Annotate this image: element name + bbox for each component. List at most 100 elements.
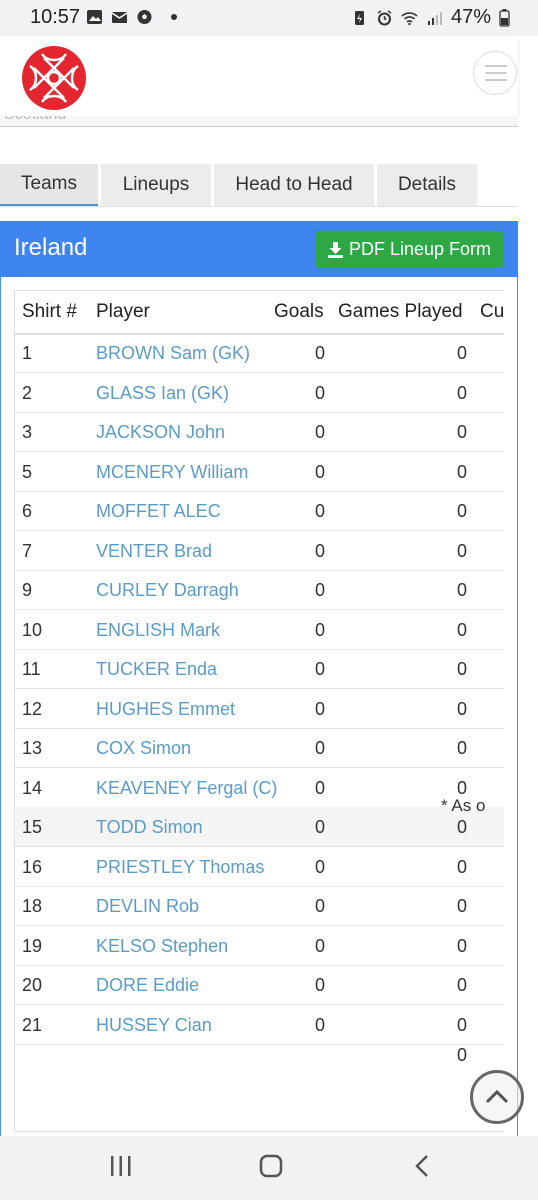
- goals-value: 0: [314, 738, 325, 758]
- shirt-number: 1: [22, 343, 33, 363]
- table-row: 2 GLASS Ian (GK) 0 0: [15, 373, 504, 413]
- player-link[interactable]: PRIESTLEY Thomas: [96, 857, 264, 878]
- table-row: 12 HUGHES Emmet 0 0: [15, 689, 504, 729]
- col-games-played[interactable]: Games Played: [338, 301, 463, 323]
- scroll-to-top-button[interactable]: [470, 1070, 524, 1124]
- shirt-number: 18: [22, 896, 43, 916]
- table-row: 20 DORE Eddie 0 0: [15, 965, 504, 1005]
- player-link[interactable]: TUCKER Enda: [96, 659, 217, 680]
- goals-value: 0: [314, 343, 325, 363]
- col-player[interactable]: Player: [96, 301, 150, 323]
- shirt-number: 13: [22, 738, 43, 758]
- goals-value: 0: [314, 698, 325, 719]
- player-link[interactable]: GLASS Ian (GK): [96, 383, 229, 404]
- col-cu[interactable]: Cu: [480, 301, 504, 323]
- shirt-number: 5: [22, 461, 33, 482]
- shirt-number: 7: [22, 540, 33, 561]
- clock: 10:57: [30, 6, 81, 28]
- player-link[interactable]: CURLEY Darragh: [96, 580, 239, 601]
- games-played-value: 0: [456, 1014, 467, 1035]
- games-played-value: 0: [456, 659, 467, 679]
- games-played-value: 0: [456, 422, 467, 442]
- tab-lineups[interactable]: Lineups: [101, 164, 211, 206]
- col-shirt[interactable]: Shirt #: [22, 301, 77, 323]
- table-row: 6 MOFFET ALEC 0 0: [15, 491, 504, 531]
- hamburger-menu-icon[interactable]: [473, 51, 517, 95]
- back-icon[interactable]: [410, 1154, 436, 1178]
- games-played-value: 0: [456, 896, 467, 916]
- team-name: Ireland: [14, 234, 88, 261]
- games-played-value: 0: [456, 935, 467, 956]
- table-header: Shirt # Player Goals Games Played Cu: [15, 291, 504, 335]
- recent-apps-icon[interactable]: [108, 1154, 134, 1178]
- pdf-lineup-form-button[interactable]: PDF Lineup Form: [316, 231, 503, 268]
- table-row: 3 JACKSON John 0 0: [15, 412, 504, 452]
- shirt-number: 6: [22, 501, 33, 521]
- shirt-number: 15: [22, 817, 43, 837]
- tab-details[interactable]: Details: [377, 164, 477, 206]
- games-played-value: 0: [456, 343, 467, 363]
- footnote: * As o: [441, 796, 486, 815]
- shirt-number: 2: [22, 382, 33, 403]
- tab-head-to-head[interactable]: Head to Head: [214, 164, 374, 206]
- table-row: 1 BROWN Sam (GK) 0 0: [15, 333, 504, 373]
- games-played-value: 0: [456, 580, 467, 600]
- player-link[interactable]: DORE Eddie: [96, 975, 199, 996]
- goals-value: 0: [314, 935, 325, 956]
- player-link[interactable]: HUSSEY Cian: [96, 1015, 212, 1036]
- table-row: 21 HUSSEY Cian 0 0: [15, 1005, 504, 1045]
- games-played-value: 0: [456, 698, 467, 719]
- celtic-knot-logo[interactable]: [20, 44, 88, 112]
- table-row: 11 TUCKER Enda 0 0: [15, 649, 504, 689]
- shirt-number: 19: [22, 935, 43, 956]
- goals-value: 0: [314, 382, 325, 403]
- player-link[interactable]: KEAVENEY Fergal (C): [96, 778, 277, 799]
- goals-value: 0: [314, 461, 325, 482]
- player-link[interactable]: COX Simon: [96, 738, 191, 759]
- shirt-number: 21: [22, 1014, 43, 1035]
- games-played-value: 0: [456, 382, 467, 403]
- shirt-number: 14: [22, 777, 43, 798]
- goals-value: 0: [314, 777, 325, 798]
- player-link[interactable]: MOFFET ALEC: [96, 501, 221, 522]
- games-played-value: 0: [456, 975, 467, 995]
- team-panel-header: Ireland PDF Lineup Form: [0, 221, 518, 277]
- soccer-ball-icon: [137, 10, 152, 24]
- player-link[interactable]: BROWN Sam (GK): [96, 343, 250, 364]
- alarm-icon: [377, 9, 392, 25]
- player-link[interactable]: JACKSON John: [96, 422, 225, 443]
- player-link[interactable]: ENGLISH Mark: [96, 620, 220, 641]
- games-played-value: 0: [456, 856, 467, 877]
- battery-saver-icon: [354, 10, 364, 25]
- table-row: 18 DEVLIN Rob 0 0: [15, 886, 504, 926]
- mail-icon: [111, 12, 128, 23]
- total-games-played: 0: [456, 1045, 467, 1065]
- table-row: 19 KELSO Stephen 0 0: [15, 926, 504, 966]
- games-played-value: 0: [456, 817, 467, 837]
- tab-teams[interactable]: Teams: [0, 164, 98, 206]
- table-row: 13 COX Simon 0 0: [15, 728, 504, 768]
- player-link[interactable]: DEVLIN Rob: [96, 896, 199, 917]
- table-row: 16 PRIESTLEY Thomas 0 0: [15, 847, 504, 887]
- goals-value: 0: [314, 975, 325, 995]
- shirt-number: 3: [22, 422, 33, 442]
- shirt-number: 11: [22, 659, 41, 679]
- player-link[interactable]: TODD Simon: [96, 817, 203, 838]
- player-link[interactable]: HUGHES Emmet: [96, 699, 235, 720]
- goals-value: 0: [314, 580, 325, 600]
- shirt-number: 9: [22, 580, 33, 600]
- shirt-number: 20: [22, 975, 43, 995]
- battery-icon: [499, 8, 510, 27]
- player-link[interactable]: KELSO Stephen: [96, 936, 228, 957]
- player-link[interactable]: MCENERY William: [96, 462, 248, 483]
- goals-value: 0: [314, 501, 325, 521]
- signal-icon: [427, 11, 442, 25]
- col-goals[interactable]: Goals: [274, 301, 324, 323]
- goals-value: 0: [314, 619, 325, 640]
- player-link[interactable]: VENTER Brad: [96, 541, 212, 562]
- home-icon[interactable]: [258, 1154, 284, 1178]
- team-selector-strip: Scotland: [0, 116, 518, 127]
- table-row: 14 KEAVENEY Fergal (C) 0 0: [15, 768, 504, 808]
- pdf-button-label: PDF Lineup Form: [348, 239, 492, 259]
- wifi-icon: [401, 11, 418, 25]
